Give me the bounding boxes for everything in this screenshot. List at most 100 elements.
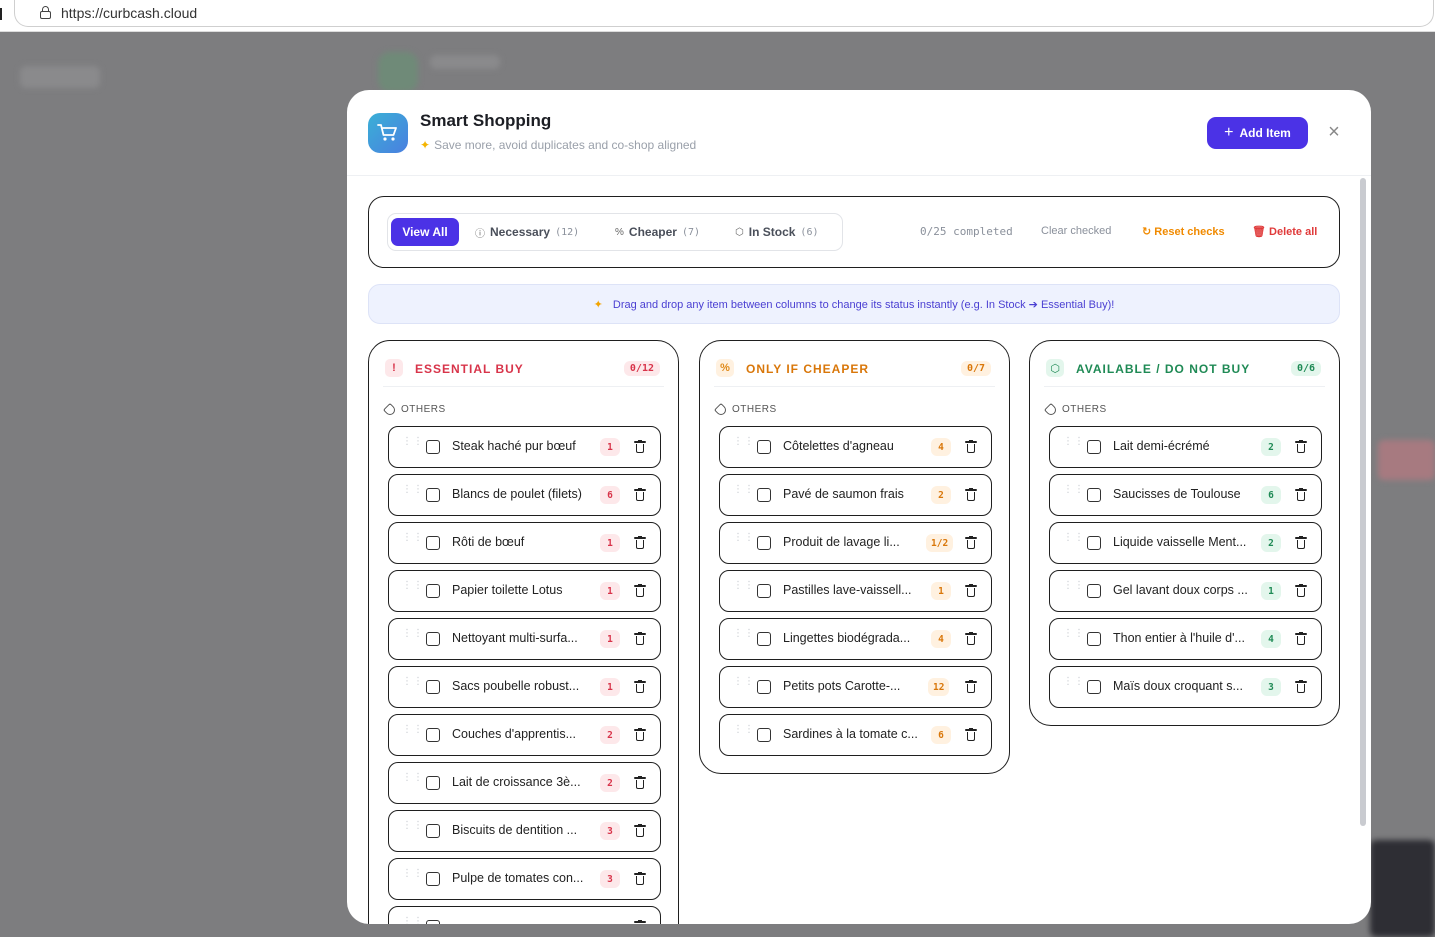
drag-handle-icon[interactable]: ⋮⋮ [402,725,423,740]
modal-scrollbar[interactable] [1360,178,1366,826]
add-item-button[interactable]: + Add Item [1207,117,1308,149]
item-quantity[interactable]: 4 [931,630,951,648]
item-quantity[interactable]: 1 [600,678,620,696]
item-quantity[interactable]: 1 [600,534,620,552]
trash-icon[interactable] [634,728,646,741]
delete-all-button[interactable]: 🗑︎ Delete all [1252,225,1317,238]
drag-handle-icon[interactable]: ⋮⋮ [402,869,423,884]
item-quantity[interactable]: 1 [931,582,951,600]
trash-icon[interactable] [965,536,977,549]
list-item[interactable]: ⋮⋮ [388,906,661,924]
item-quantity[interactable]: 2 [600,774,620,792]
item-checkbox[interactable] [426,584,440,598]
drag-handle-icon[interactable]: ⋮⋮ [733,485,754,500]
item-checkbox[interactable] [426,920,440,924]
drag-handle-icon[interactable]: ⋮⋮ [402,533,423,548]
item-quantity[interactable]: 1 [1261,582,1281,600]
list-item[interactable]: ⋮⋮ Sacs poubelle robust... 1 [388,666,661,708]
trash-icon[interactable] [634,680,646,693]
trash-icon[interactable] [1295,536,1307,549]
item-quantity[interactable]: 6 [600,486,620,504]
trash-icon[interactable] [1295,440,1307,453]
item-quantity[interactable]: 3 [600,870,620,888]
item-checkbox[interactable] [1087,488,1101,502]
item-quantity[interactable]: 2 [931,486,951,504]
trash-icon[interactable] [1295,488,1307,501]
list-item[interactable]: ⋮⋮ Rôti de bœuf 1 [388,522,661,564]
trash-icon[interactable] [965,632,977,645]
drag-handle-icon[interactable]: ⋮⋮ [402,485,423,500]
list-item[interactable]: ⋮⋮ Gel lavant doux corps ... 1 [1049,570,1322,612]
item-checkbox[interactable] [426,632,440,646]
drag-handle-icon[interactable]: ⋮⋮ [402,581,423,596]
drag-handle-icon[interactable]: ⋮⋮ [1063,485,1084,500]
item-checkbox[interactable] [1087,680,1101,694]
item-quantity[interactable]: 1 [600,630,620,648]
item-quantity[interactable]: 6 [1261,486,1281,504]
list-item[interactable]: ⋮⋮ Pavé de saumon frais 2 [719,474,992,516]
item-quantity[interactable]: 1/2 [926,534,954,552]
drag-handle-icon[interactable]: ⋮⋮ [402,917,423,925]
trash-icon[interactable] [965,728,977,741]
item-checkbox[interactable] [757,632,771,646]
list-item[interactable]: ⋮⋮ Lait de croissance 3è... 2 [388,762,661,804]
drag-handle-icon[interactable]: ⋮⋮ [402,821,423,836]
url-bar[interactable]: https://curbcash.cloud [14,0,1434,27]
trash-icon[interactable] [634,824,646,837]
item-checkbox[interactable] [757,584,771,598]
reset-checks-button[interactable]: ↻ Reset checks [1142,225,1225,238]
drag-handle-icon[interactable]: ⋮⋮ [733,437,754,452]
drag-handle-icon[interactable]: ⋮⋮ [733,629,754,644]
trash-icon[interactable] [634,488,646,501]
item-checkbox[interactable] [426,440,440,454]
item-checkbox[interactable] [426,872,440,886]
tab-view-all[interactable]: View All [391,218,459,246]
item-checkbox[interactable] [426,488,440,502]
item-checkbox[interactable] [426,680,440,694]
item-quantity[interactable]: 2 [600,726,620,744]
list-item[interactable]: ⋮⋮ Saucisses de Toulouse 6 [1049,474,1322,516]
drag-handle-icon[interactable]: ⋮⋮ [1063,581,1084,596]
list-item[interactable]: ⋮⋮ Blancs de poulet (filets) 6 [388,474,661,516]
item-checkbox[interactable] [426,536,440,550]
trash-icon[interactable] [965,584,977,597]
drag-handle-icon[interactable]: ⋮⋮ [402,437,423,452]
trash-icon[interactable] [965,440,977,453]
item-checkbox[interactable] [426,728,440,742]
drag-handle-icon[interactable]: ⋮⋮ [1063,437,1084,452]
item-quantity[interactable]: 2 [1261,438,1281,456]
list-item[interactable]: ⋮⋮ Lingettes biodégrada... 4 [719,618,992,660]
list-item[interactable]: ⋮⋮ Thon entier à l'huile d'... 4 [1049,618,1322,660]
item-quantity[interactable]: 2 [1261,534,1281,552]
drag-handle-icon[interactable]: ⋮⋮ [1063,533,1084,548]
list-item[interactable]: ⋮⋮ Steak haché pur bœuf 1 [388,426,661,468]
item-checkbox[interactable] [426,776,440,790]
list-item[interactable]: ⋮⋮ Lait demi-écrémé 2 [1049,426,1322,468]
list-item[interactable]: ⋮⋮ Pastilles lave-vaissell... 1 [719,570,992,612]
list-item[interactable]: ⋮⋮ Produit de lavage li... 1/2 [719,522,992,564]
item-checkbox[interactable] [757,488,771,502]
tab-in-stock[interactable]: ⬡ In Stock (6) [735,218,818,246]
item-checkbox[interactable] [1087,584,1101,598]
list-item[interactable]: ⋮⋮ Liquide vaisselle Ment... 2 [1049,522,1322,564]
item-quantity[interactable]: 4 [1261,630,1281,648]
item-checkbox[interactable] [1087,536,1101,550]
item-checkbox[interactable] [1087,632,1101,646]
drag-handle-icon[interactable]: ⋮⋮ [402,773,423,788]
close-icon[interactable]: × [1323,121,1345,143]
trash-icon[interactable] [1295,680,1307,693]
list-item[interactable]: ⋮⋮ Biscuits de dentition ... 3 [388,810,661,852]
drag-handle-icon[interactable]: ⋮⋮ [733,677,754,692]
trash-icon[interactable] [634,920,646,924]
list-item[interactable]: ⋮⋮ Côtelettes d'agneau 4 [719,426,992,468]
trash-icon[interactable] [965,680,977,693]
item-quantity[interactable]: 12 [928,678,950,696]
list-item[interactable]: ⋮⋮ Petits pots Carotte-... 12 [719,666,992,708]
item-checkbox[interactable] [426,824,440,838]
trash-icon[interactable] [634,584,646,597]
trash-icon[interactable] [965,488,977,501]
list-item[interactable]: ⋮⋮ Sardines à la tomate c... 6 [719,714,992,756]
trash-icon[interactable] [634,872,646,885]
drag-handle-icon[interactable]: ⋮⋮ [733,533,754,548]
drag-handle-icon[interactable]: ⋮⋮ [402,677,423,692]
